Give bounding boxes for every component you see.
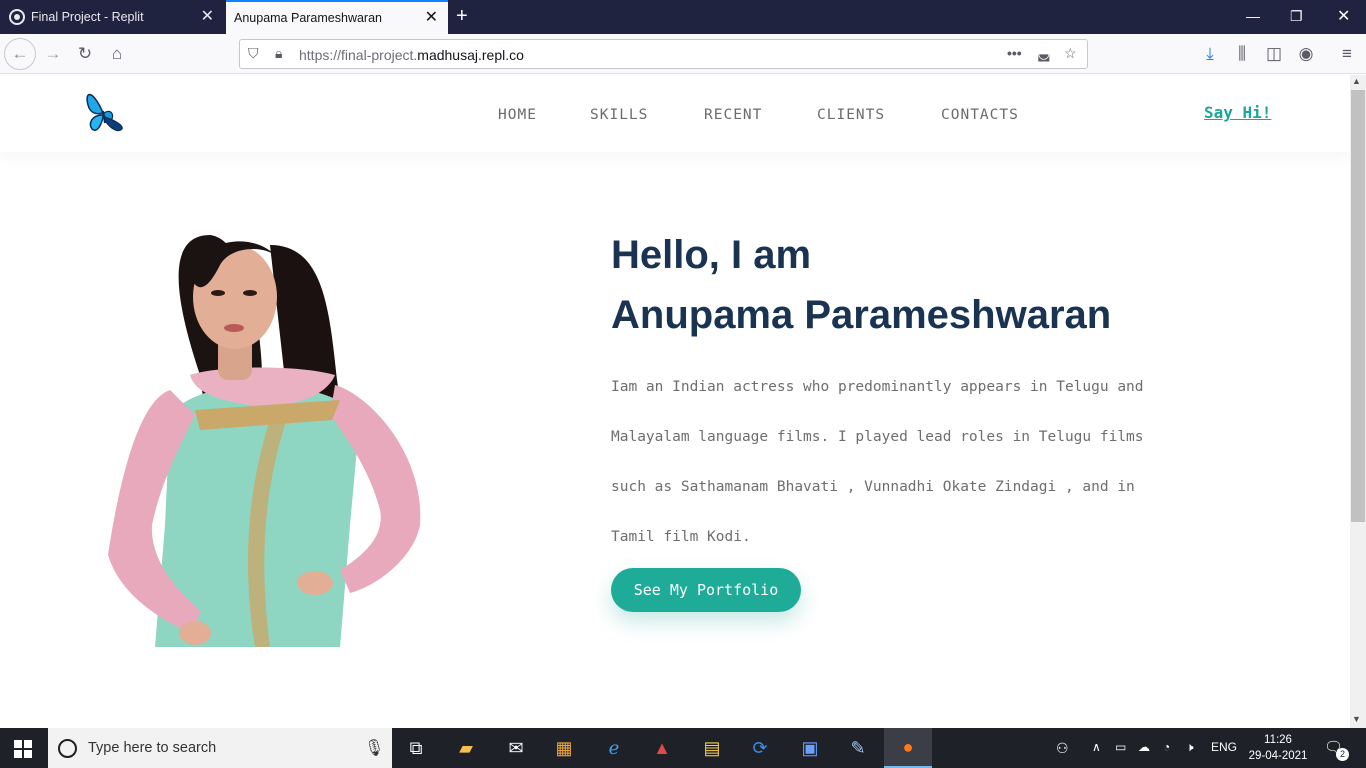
battery-icon[interactable]: ▭	[1115, 740, 1126, 754]
language-indicator[interactable]: ENG	[1211, 740, 1237, 754]
lock-icon[interactable]: 🔒︎	[275, 45, 282, 62]
windows-taskbar: Type here to search 🎙︎ ⧉ ▰ ✉ ▦ ℯ ▲ ▤ ⟳ ▣…	[0, 728, 1366, 768]
tab-title: Anupama Parameshwaran	[234, 11, 382, 25]
forward-arrow-icon[interactable]: →	[42, 43, 64, 65]
browser-tab-bar: Final Project - Replit ✕ Anupama Parames…	[0, 0, 1366, 34]
sync-app-icon[interactable]: ⟳	[736, 728, 784, 768]
microphone-icon[interactable]: 🎙︎	[364, 738, 384, 758]
downloads-icon[interactable]: ⤓	[1199, 43, 1221, 65]
search-placeholder: Type here to search	[88, 740, 217, 756]
clock[interactable]: 11:26 29-04-2021	[1248, 732, 1308, 764]
bio-line: Tamil film Kodi.	[611, 529, 751, 545]
scrollbar-thumb[interactable]	[1351, 90, 1365, 522]
file-explorer-icon[interactable]: ▰	[442, 728, 490, 768]
hero-heading: Hello, I am Anupama Parameshwaran	[611, 225, 1111, 345]
close-icon[interactable]: ✕	[201, 9, 214, 25]
say-hi-link[interactable]: Say Hi!	[1204, 103, 1271, 122]
firefox-icon[interactable]: ●	[884, 728, 932, 768]
people-icon[interactable]: ⚇	[1056, 740, 1069, 757]
windows-start-icon[interactable]	[14, 740, 32, 758]
nav-skills[interactable]: SKILLS	[590, 107, 648, 123]
store-icon[interactable]: ▦	[540, 728, 588, 768]
mail-icon[interactable]: ✉	[492, 728, 540, 768]
tab-title: Final Project - Replit	[31, 10, 144, 24]
scroll-down-icon[interactable]: ▼	[1352, 714, 1361, 724]
clock-date: 29-04-2021	[1248, 750, 1308, 762]
shield-icon[interactable]: ⛉	[248, 45, 259, 62]
bio-line: Iam an Indian actress who predominantly …	[611, 379, 1144, 395]
replit-icon	[9, 9, 25, 25]
reload-icon[interactable]: ↻	[74, 43, 96, 65]
notification-count: 2	[1336, 748, 1349, 761]
task-view-icon[interactable]: ⧉	[392, 728, 440, 768]
nav-recent[interactable]: RECENT	[704, 107, 762, 123]
clock-time: 11:26	[1264, 734, 1292, 746]
restore-icon[interactable]: ❐	[1290, 8, 1303, 25]
home-icon[interactable]: ⌂	[106, 43, 128, 65]
paint-icon[interactable]: ✎	[834, 728, 882, 768]
bio-line: such as Sathamanam Bhavati , Vunnadhi Ok…	[611, 479, 1135, 495]
browser-nav-bar: ← → ↻ ⌂ ⛉ 🔒︎ https://final-project.madhu…	[0, 34, 1366, 74]
url-text[interactable]: https://final-project.madhusaj.repl.co	[299, 47, 524, 63]
wifi-icon[interactable]: ◔	[1163, 740, 1170, 754]
nav-clients[interactable]: CLIENTS	[817, 107, 885, 123]
nav-home[interactable]: HOME	[498, 107, 537, 123]
close-icon[interactable]: ✕	[425, 10, 438, 26]
butterfly-logo-icon[interactable]	[82, 89, 126, 140]
back-arrow-icon: ←	[11, 44, 29, 63]
python-files-icon[interactable]: ▤	[688, 728, 736, 768]
window-close-icon[interactable]: ✕	[1337, 6, 1350, 26]
app-arc-icon[interactable]: ▲	[638, 728, 686, 768]
sidebar-icon[interactable]: ◫	[1263, 43, 1285, 65]
dev-cpp-icon[interactable]: ▣	[786, 728, 834, 768]
url-bar[interactable]: ⛉ 🔒︎ https://final-project.madhusaj.repl…	[239, 39, 1088, 69]
edge-icon[interactable]: ℯ	[590, 728, 638, 768]
cloud-icon[interactable]: ☁	[1138, 740, 1150, 754]
bio-line: Malayalam language films. I played lead …	[611, 429, 1144, 445]
tab-anupama[interactable]: Anupama Parameshwaran ✕	[226, 0, 448, 34]
volume-muted-icon[interactable]: 🕨︎	[1186, 740, 1194, 755]
site-header: HOME SKILLS RECENT CLIENTS CONTACTS Say …	[0, 75, 1350, 152]
profile-photo	[100, 225, 440, 647]
menu-icon[interactable]: ≡	[1336, 43, 1358, 65]
tab-replit[interactable]: Final Project - Replit ✕	[0, 0, 224, 34]
library-icon[interactable]: ⫼	[1231, 43, 1253, 65]
cortana-icon	[58, 739, 77, 758]
minimize-icon[interactable]: —	[1246, 8, 1260, 24]
scroll-up-icon[interactable]: ▲	[1352, 76, 1361, 86]
hero-bio: Iam an Indian actress who predominantly …	[611, 362, 1211, 562]
page-actions-icon[interactable]: •••	[1007, 45, 1022, 61]
hero-greeting: Hello, I am	[611, 233, 812, 277]
show-hidden-icons[interactable]: ∧	[1092, 740, 1101, 754]
pocket-icon[interactable]: ◛	[1037, 45, 1051, 62]
account-icon[interactable]: ◉	[1295, 43, 1317, 65]
bookmark-star-icon[interactable]: ☆	[1064, 45, 1077, 62]
nav-contacts[interactable]: CONTACTS	[941, 107, 1019, 123]
taskbar-search[interactable]: Type here to search 🎙︎	[48, 728, 392, 768]
new-tab-button[interactable]: +	[456, 6, 468, 26]
web-page: HOME SKILLS RECENT CLIENTS CONTACTS Say …	[0, 75, 1350, 728]
see-portfolio-button[interactable]: See My Portfolio	[611, 568, 801, 612]
hero-name: Anupama Parameshwaran	[611, 293, 1112, 337]
